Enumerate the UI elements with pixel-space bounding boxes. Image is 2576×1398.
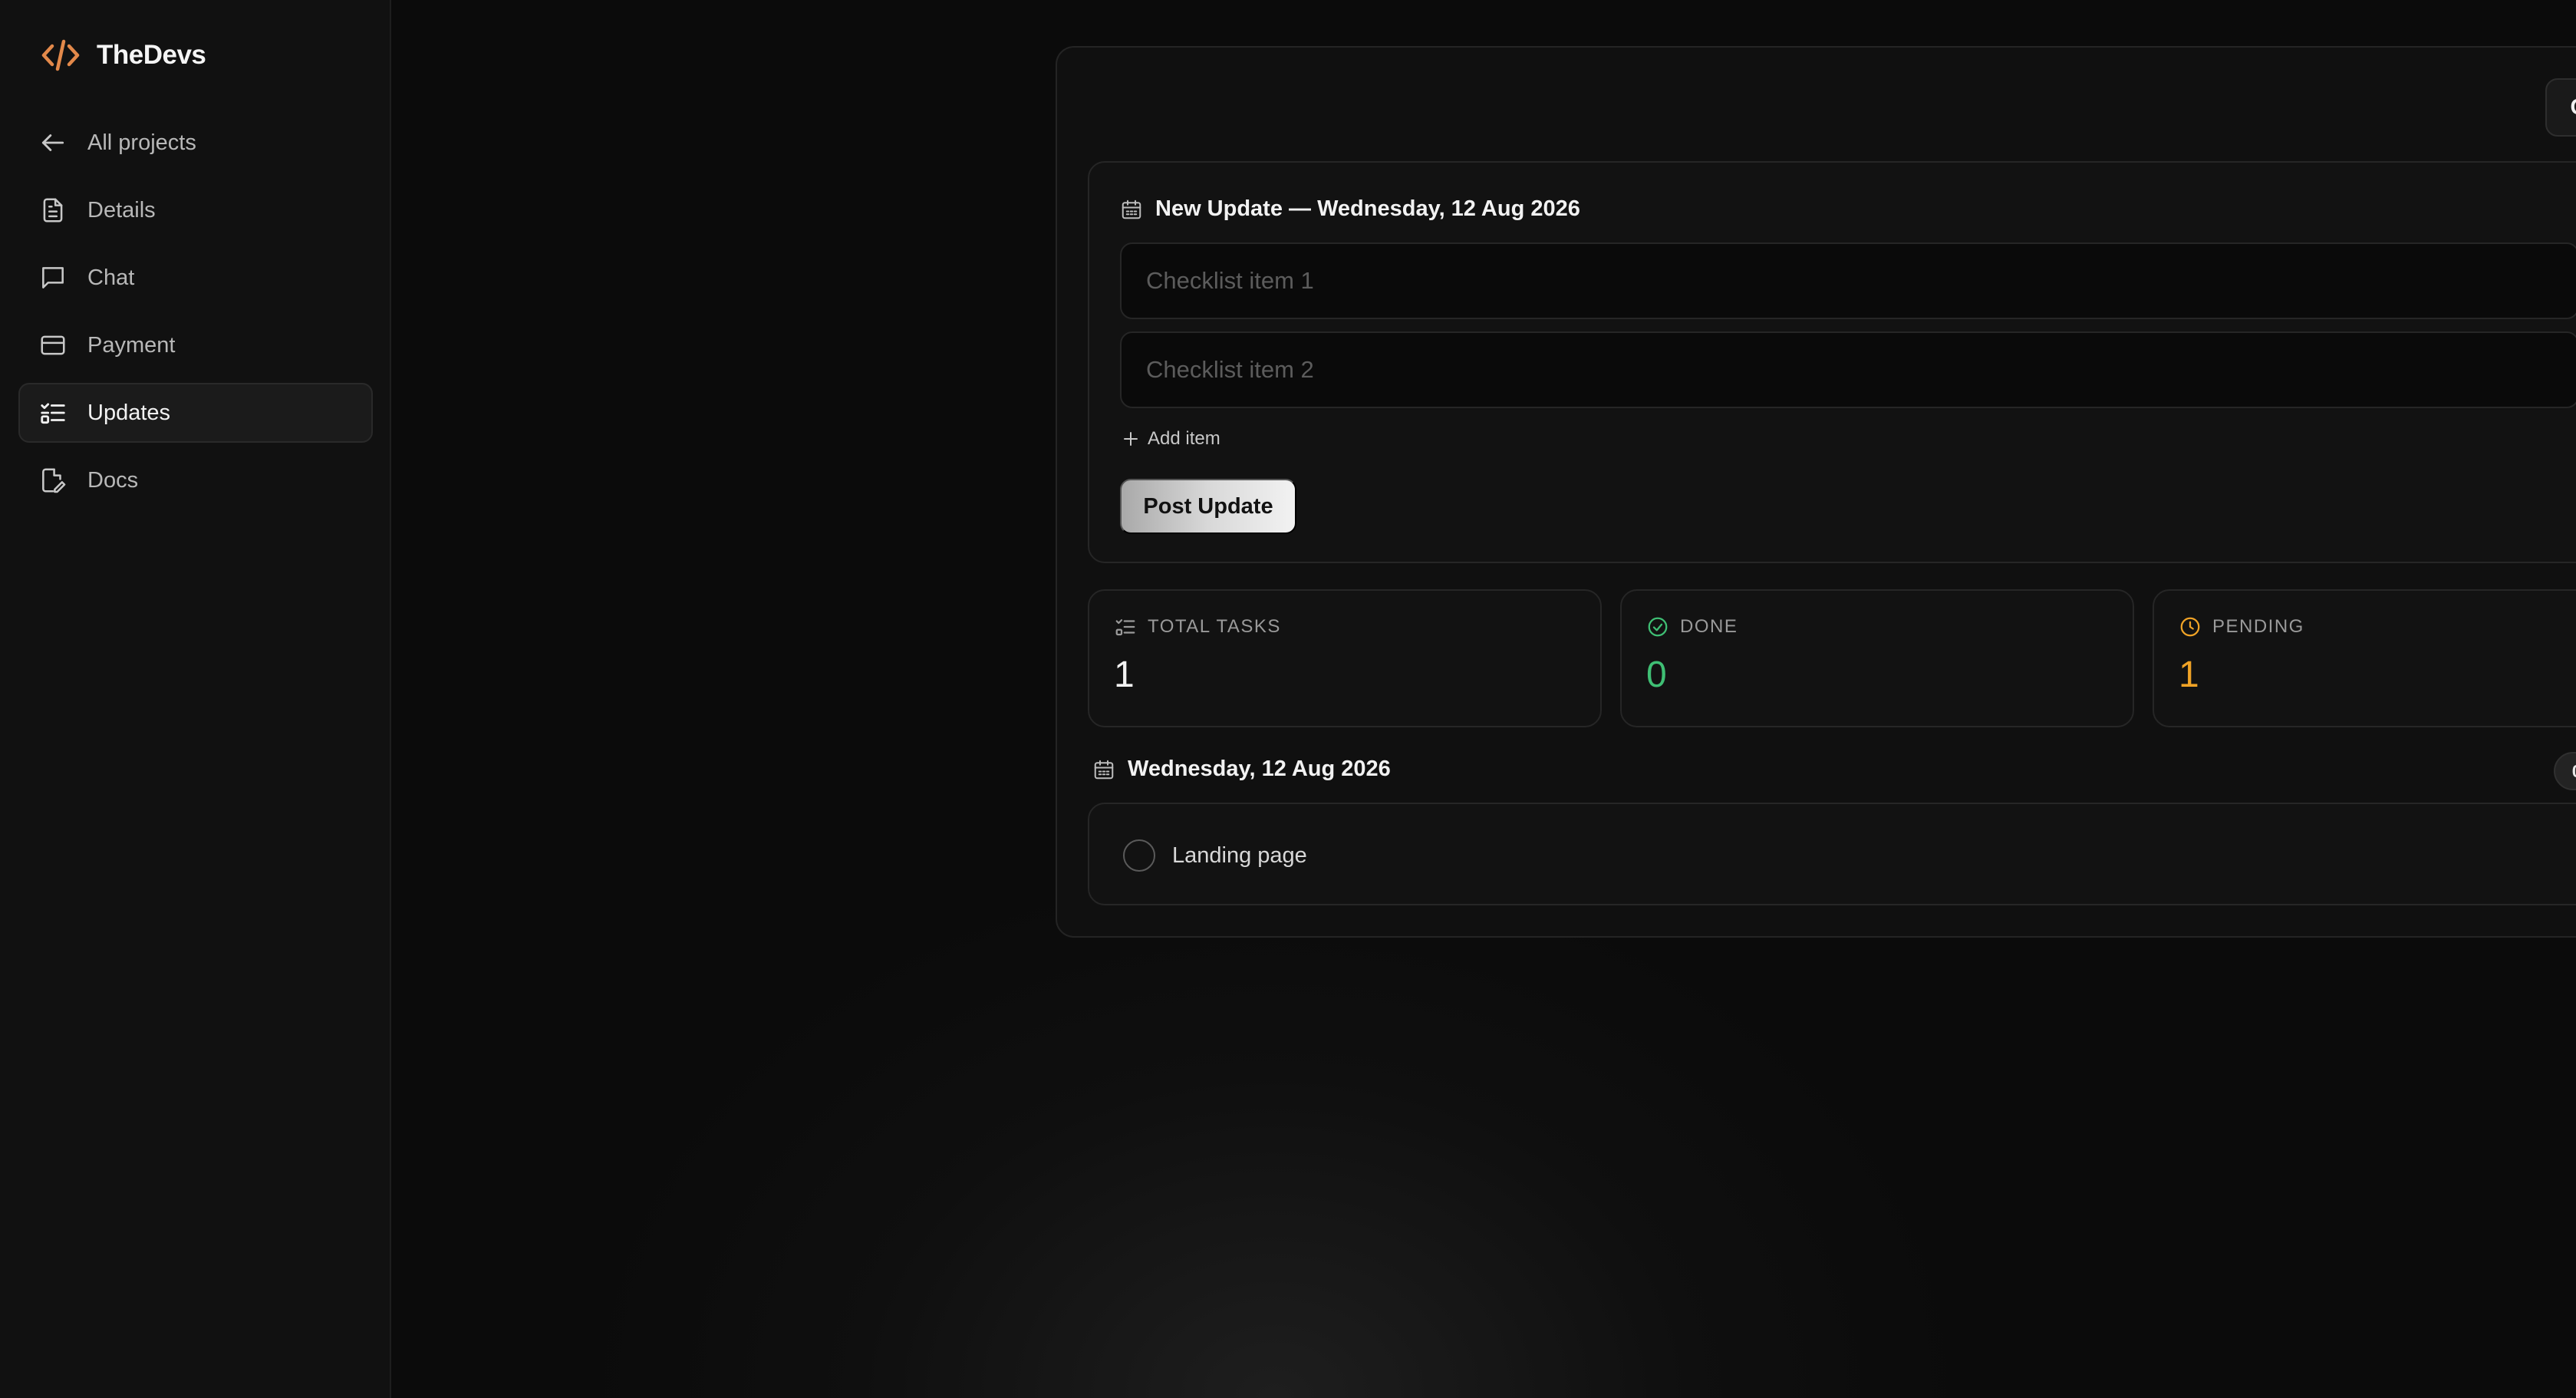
stat-done: DONE 0 <box>1620 589 2134 727</box>
calendar-icon <box>1122 199 1141 219</box>
new-update-title: New Update — Wednesday, 12 Aug 2026 <box>1120 196 1580 222</box>
stat-value: 1 <box>1114 654 1135 695</box>
document-icon <box>43 198 63 223</box>
plus-icon <box>1124 432 1138 446</box>
sidebar-nav: All projects Details Chat Payment Update… <box>18 113 373 518</box>
task-item: Landing page <box>1123 839 1307 872</box>
brand-name: TheDevs <box>97 40 206 70</box>
sidebar: TheDevs All projects Details Chat Paymen… <box>0 0 391 1398</box>
list-checks-icon <box>41 403 65 424</box>
brand[interactable]: TheDevs <box>40 35 206 75</box>
updates-panel: Cancel New Update — Wednesday, 12 Aug 20… <box>1056 46 2576 938</box>
sidebar-item-docs[interactable]: Docs <box>18 450 373 510</box>
cancel-button[interactable]: Cancel <box>2545 78 2576 137</box>
clock-icon <box>2180 617 2200 637</box>
sidebar-item-label: Docs <box>87 467 139 493</box>
add-item-button[interactable]: Add item <box>1122 428 1220 450</box>
sidebar-item-label: Details <box>87 197 156 223</box>
credit-card-icon <box>41 335 65 355</box>
stat-header: TOTAL TASKS <box>1114 615 1281 638</box>
day-header: Wednesday, 12 Aug 2026 <box>1092 757 1391 782</box>
list-checks-icon <box>1115 619 1135 636</box>
stat-label: PENDING <box>2212 616 2304 637</box>
checklist-item-input[interactable] <box>1120 331 2576 408</box>
sidebar-item-details[interactable]: Details <box>18 180 373 240</box>
task-list-card: Landing page <box>1088 803 2576 905</box>
sidebar-item-payment[interactable]: Payment <box>18 315 373 375</box>
checklist-item-input[interactable] <box>1120 242 2576 319</box>
main-area: Cancel New Update — Wednesday, 12 Aug 20… <box>393 0 2576 1398</box>
sidebar-item-label: Chat <box>87 265 135 290</box>
new-update-title-text: New Update — Wednesday, 12 Aug 2026 <box>1155 196 1580 221</box>
progress-badge: 0/1 done <box>2553 752 2576 790</box>
check-circle-icon <box>1648 617 1668 637</box>
stat-value: 0 <box>1646 654 1667 695</box>
checklist-row <box>1120 331 2576 408</box>
sidebar-item-chat[interactable]: Chat <box>18 248 373 308</box>
stat-total-tasks: TOTAL TASKS 1 <box>1088 589 1602 727</box>
sidebar-item-label: Updates <box>87 400 171 425</box>
stat-header: DONE <box>1646 615 1738 638</box>
checklist-row <box>1120 242 2576 319</box>
task-checkbox[interactable] <box>1123 839 1155 872</box>
stat-value: 1 <box>2179 654 2199 695</box>
chat-icon <box>42 267 64 289</box>
code-brackets-logo-icon <box>41 39 80 71</box>
add-item-label: Add item <box>1148 428 1220 449</box>
stat-label: DONE <box>1680 616 1738 637</box>
calendar-icon <box>1094 760 1114 779</box>
task-label: Landing page <box>1172 842 1307 868</box>
post-update-button[interactable]: Post Update <box>1120 479 1296 534</box>
sidebar-item-updates[interactable]: Updates <box>18 383 373 443</box>
sidebar-item-all-projects[interactable]: All projects <box>18 113 373 173</box>
stat-pending: PENDING 1 <box>2153 589 2576 727</box>
file-edit-icon <box>42 468 66 493</box>
new-update-card: New Update — Wednesday, 12 Aug 2026 Chec… <box>1088 161 2576 563</box>
sidebar-item-label: All projects <box>87 130 196 155</box>
day-date: Wednesday, 12 Aug 2026 <box>1128 757 1391 781</box>
stat-header: PENDING <box>2179 615 2304 638</box>
stat-label: TOTAL TASKS <box>1148 616 1281 637</box>
sidebar-item-label: Payment <box>87 332 176 358</box>
arrow-left-icon <box>41 134 64 151</box>
